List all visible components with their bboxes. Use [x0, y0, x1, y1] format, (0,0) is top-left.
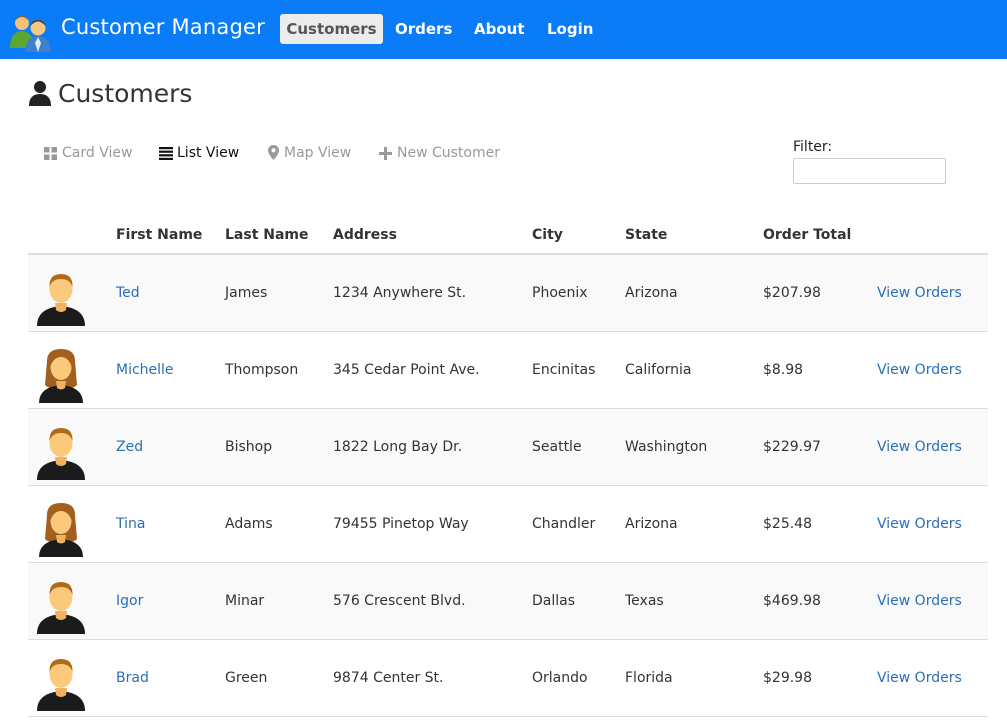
- male-avatar-icon: [35, 578, 87, 634]
- last-name-cell: Bishop: [225, 439, 273, 455]
- first-name-link[interactable]: Tina: [116, 516, 145, 532]
- state-cell: Arizona: [625, 516, 678, 532]
- view-orders-link[interactable]: View Orders: [877, 362, 962, 378]
- state-cell: Arizona: [625, 285, 678, 301]
- filter-label: Filter:: [793, 139, 833, 155]
- nav-login[interactable]: Login: [547, 14, 593, 44]
- map-view-button[interactable]: Map View: [268, 144, 354, 164]
- city-cell: Dallas: [532, 593, 576, 609]
- page-title: Customers: [58, 79, 193, 108]
- users-logo-icon[interactable]: [8, 12, 54, 52]
- card-view-label: Card View: [62, 145, 133, 161]
- order-total-cell: $469.98: [763, 593, 821, 609]
- city-cell: Orlando: [532, 670, 588, 686]
- address-cell: 1234 Anywhere St.: [333, 285, 467, 301]
- city-cell: Seattle: [532, 439, 582, 455]
- last-name-cell: Adams: [225, 516, 273, 532]
- table-body: Ted James 1234 Anywhere St. Phoenix Arizona $…: [28, 255, 988, 717]
- first-name-link[interactable]: Zed: [116, 439, 143, 455]
- header-order-total[interactable]: Order Total: [763, 227, 851, 243]
- table-row: Zed Bishop 1822 Long Bay Dr. Seattle Washing…: [28, 409, 988, 486]
- male-avatar-icon: [35, 424, 87, 480]
- state-cell: Texas: [625, 593, 664, 609]
- new-customer-label: New Customer: [397, 145, 500, 161]
- table-row: Ted James 1234 Anywhere St. Phoenix Arizona $…: [28, 255, 988, 332]
- order-total-cell: $29.98: [763, 670, 812, 686]
- state-cell: Washington: [625, 439, 708, 455]
- last-name-cell: James: [225, 285, 268, 301]
- list-icon: [159, 147, 173, 160]
- state-cell: California: [625, 362, 692, 378]
- table-header: First Name Last Name Address City State …: [28, 218, 988, 255]
- card-view-button[interactable]: Card View: [44, 144, 134, 164]
- view-orders-link[interactable]: View Orders: [877, 670, 962, 686]
- plus-icon: [379, 147, 392, 160]
- nav-about[interactable]: About: [474, 14, 525, 44]
- first-name-link[interactable]: Brad: [116, 670, 149, 686]
- city-cell: Phoenix: [532, 285, 588, 301]
- view-orders-link[interactable]: View Orders: [877, 593, 962, 609]
- header-first-name[interactable]: First Name: [116, 227, 202, 243]
- new-customer-button[interactable]: New Customer: [379, 144, 503, 164]
- address-cell: 79455 Pinetop Way: [333, 516, 469, 532]
- header-last-name[interactable]: Last Name: [225, 227, 309, 243]
- male-avatar-icon: [35, 655, 87, 711]
- city-cell: Encinitas: [532, 362, 596, 378]
- table-row: Michelle Thompson 345 Cedar Point Ave. Enci…: [28, 332, 988, 409]
- male-avatar-icon: [35, 270, 87, 326]
- order-total-cell: $25.48: [763, 516, 812, 532]
- address-cell: 9874 Center St.: [333, 670, 444, 686]
- table-row: Igor Minar 576 Crescent Blvd. Dallas Texas $4…: [28, 563, 988, 640]
- first-name-link[interactable]: Ted: [116, 285, 140, 301]
- order-total-cell: $207.98: [763, 285, 821, 301]
- last-name-cell: Minar: [225, 593, 265, 609]
- state-cell: Florida: [625, 670, 673, 686]
- first-name-link[interactable]: Michelle: [116, 362, 174, 378]
- filter-input[interactable]: [793, 158, 946, 184]
- table-row: Brad Green 9874 Center St. Orlando Florida $2…: [28, 640, 988, 717]
- list-view-button[interactable]: List View: [159, 144, 241, 164]
- view-orders-link[interactable]: View Orders: [877, 285, 962, 301]
- address-cell: 576 Crescent Blvd.: [333, 593, 466, 609]
- header-city[interactable]: City: [532, 227, 563, 243]
- header-address[interactable]: Address: [333, 227, 397, 243]
- view-orders-link[interactable]: View Orders: [877, 439, 962, 455]
- view-orders-link[interactable]: View Orders: [877, 516, 962, 532]
- last-name-cell: Green: [225, 670, 268, 686]
- first-name-link[interactable]: Igor: [116, 593, 143, 609]
- order-total-cell: $229.97: [763, 439, 821, 455]
- female-avatar-icon: [35, 501, 87, 557]
- female-avatar-icon: [35, 347, 87, 403]
- top-navbar: Customer Manager Customers Orders About …: [0, 0, 1007, 59]
- list-view-label: List View: [177, 145, 240, 161]
- city-cell: Chandler: [532, 516, 596, 532]
- map-marker-icon: [268, 145, 279, 160]
- address-cell: 1822 Long Bay Dr.: [333, 439, 463, 455]
- person-icon: [29, 81, 51, 106]
- last-name-cell: Thompson: [225, 362, 299, 378]
- table-row: Tina Adams 79455 Pinetop Way Chandler Arizon…: [28, 486, 988, 563]
- map-view-label: Map View: [284, 145, 352, 161]
- order-total-cell: $8.98: [763, 362, 804, 378]
- header-state[interactable]: State: [625, 227, 667, 243]
- nav-orders[interactable]: Orders: [395, 14, 452, 44]
- grid-icon: [44, 147, 57, 160]
- app-title[interactable]: Customer Manager: [61, 15, 265, 39]
- nav-customers[interactable]: Customers: [280, 14, 383, 44]
- address-cell: 345 Cedar Point Ave.: [333, 362, 480, 378]
- customers-table: First Name Last Name Address City State …: [28, 218, 988, 717]
